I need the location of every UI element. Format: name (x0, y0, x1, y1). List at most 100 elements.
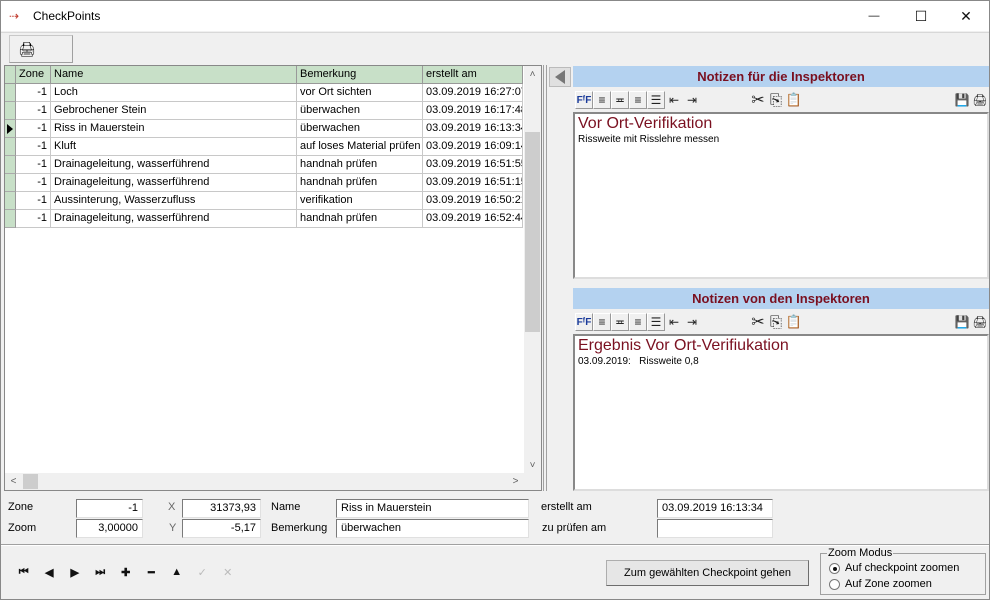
horizontal-scrollbar[interactable]: < > (5, 473, 524, 490)
cell-bemerkung[interactable]: überwachen (297, 102, 423, 120)
print-icon[interactable]: 🖨 (971, 313, 989, 331)
table-row[interactable]: -1 Drainageleitung, wasserführend handnah … (5, 174, 523, 192)
vertical-scrollbar[interactable]: ˄ ˅ (524, 66, 541, 474)
cell-name[interactable]: Drainageleitung, wasserführend (51, 174, 297, 192)
cell-bemerkung[interactable]: vor Ort sichten (297, 84, 423, 102)
save-icon[interactable]: 💾 (953, 91, 971, 109)
align-right-icon[interactable]: ≡ (629, 313, 647, 331)
cell-zone[interactable]: -1 (16, 84, 51, 102)
radio-zoom-checkpoint[interactable]: Auf checkpoint zoomen (829, 562, 959, 574)
goto-checkpoint-button[interactable]: Zum gewählten Checkpoint gehen (606, 560, 809, 586)
notes-from-editor[interactable]: Ergebnis Vor Ort-Verifiukation 03.09.201… (573, 334, 989, 491)
cut-icon[interactable]: ✂ (749, 313, 767, 331)
horizontal-scroll-thumb[interactable] (23, 474, 38, 489)
cell-name[interactable]: Gebrochener Stein (51, 102, 297, 120)
table-row[interactable]: -1 Kluft auf loses Material prüfen 03.09.20… (5, 138, 523, 156)
close-button[interactable]: ✕ (943, 1, 989, 31)
bemerkung-field[interactable]: überwachen (336, 519, 529, 538)
table-row[interactable]: -1 Drainageleitung, wasserführend handnah … (5, 156, 523, 174)
cell-erstellt[interactable]: 03.09.2019 16:51:15 (423, 174, 523, 192)
cell-name[interactable]: Aussinterung, Wasserzufluss (51, 192, 297, 210)
cell-erstellt[interactable]: 03.09.2019 16:09:14 (423, 138, 523, 156)
pruefen-field[interactable] (657, 519, 773, 538)
cell-bemerkung[interactable]: handnah prüfen (297, 156, 423, 174)
row-indicator[interactable] (5, 156, 16, 174)
align-center-icon[interactable]: ≖ (611, 91, 629, 109)
cell-zone[interactable]: -1 (16, 138, 51, 156)
column-header-bemerkung[interactable]: Bemerkung (297, 66, 423, 84)
cell-zone[interactable]: -1 (16, 102, 51, 120)
table-row[interactable]: -1 Drainageleitung, wasserführend handnah … (5, 210, 523, 228)
cell-name[interactable]: Loch (51, 84, 297, 102)
insert-record-icon[interactable]: ✚ (113, 563, 139, 581)
cell-zone[interactable]: -1 (16, 210, 51, 228)
edit-record-icon[interactable]: ▲ (164, 563, 190, 581)
table-row[interactable]: -1 Gebrochener Stein überwachen 03.09.2019 … (5, 102, 523, 120)
row-indicator[interactable] (5, 84, 16, 102)
name-field[interactable]: Riss in Mauerstein (336, 499, 529, 518)
panel-splitter[interactable] (543, 65, 547, 491)
paste-icon[interactable]: 📋 (785, 91, 803, 109)
indent-icon[interactable]: ⇥ (683, 313, 701, 331)
vertical-scroll-thumb[interactable] (525, 132, 540, 332)
radio-zoom-zone[interactable]: Auf Zone zoomen (829, 578, 932, 590)
cell-bemerkung[interactable]: auf loses Material prüfen (297, 138, 423, 156)
cell-zone[interactable]: -1 (16, 174, 51, 192)
maximize-button[interactable]: ☐ (898, 1, 944, 31)
copy-icon[interactable]: ⎘ (767, 313, 785, 331)
row-indicator[interactable] (5, 210, 16, 228)
row-indicator[interactable] (5, 102, 16, 120)
collapse-panel-button[interactable] (549, 67, 571, 87)
cell-bemerkung[interactable]: verifikation (297, 192, 423, 210)
notes-for-editor[interactable]: Vor Ort-Verifikation Rissweite mit Rissl… (573, 112, 989, 279)
post-record-icon[interactable]: ✓ (190, 563, 216, 581)
next-record-icon[interactable]: ▶ (62, 563, 88, 581)
cell-erstellt[interactable]: 03.09.2019 16:50:21 (423, 192, 523, 210)
copy-icon[interactable]: ⎘ (767, 91, 785, 109)
align-right-icon[interactable]: ≡ (629, 91, 647, 109)
cell-bemerkung[interactable]: handnah prüfen (297, 174, 423, 192)
cell-bemerkung[interactable]: überwachen (297, 120, 423, 138)
row-indicator[interactable] (5, 192, 16, 210)
delete-record-icon[interactable]: ━ (139, 563, 165, 581)
column-header-zone[interactable]: Zone (16, 66, 51, 84)
print-icon[interactable]: 🖨 (971, 91, 989, 109)
column-header-erstellt[interactable]: erstellt am (423, 66, 523, 84)
cell-zone[interactable]: -1 (16, 192, 51, 210)
align-left-icon[interactable]: ≡ (593, 313, 611, 331)
scroll-down-icon[interactable]: ˅ (524, 457, 541, 474)
font-icon[interactable]: FᶠF (575, 313, 593, 331)
row-indicator[interactable] (5, 138, 16, 156)
font-icon[interactable]: FᶠF (575, 91, 593, 109)
cell-name[interactable]: Kluft (51, 138, 297, 156)
cell-name[interactable]: Drainageleitung, wasserführend (51, 156, 297, 174)
align-center-icon[interactable]: ≖ (611, 313, 629, 331)
erstellt-field[interactable]: 03.09.2019 16:13:34 (657, 499, 773, 518)
cell-erstellt[interactable]: 03.09.2019 16:13:34 (423, 120, 523, 138)
cell-zone[interactable]: -1 (16, 120, 51, 138)
scroll-up-icon[interactable]: ˄ (524, 66, 541, 83)
zone-field[interactable]: -1 (76, 499, 143, 518)
scroll-left-icon[interactable]: < (5, 473, 22, 490)
outdent-icon[interactable]: ⇤ (665, 91, 683, 109)
column-header-name[interactable]: Name (51, 66, 297, 84)
cell-zone[interactable]: -1 (16, 156, 51, 174)
cell-name[interactable]: Riss in Mauerstein (51, 120, 297, 138)
cell-erstellt[interactable]: 03.09.2019 16:27:07 (423, 84, 523, 102)
bullets-icon[interactable]: ☰ (647, 313, 665, 331)
prior-record-icon[interactable]: ◀ (37, 563, 63, 581)
scroll-right-icon[interactable]: > (507, 473, 524, 490)
cell-erstellt[interactable]: 03.09.2019 16:51:55 (423, 156, 523, 174)
x-field[interactable]: 31373,93 (182, 499, 261, 518)
save-icon[interactable]: 💾 (953, 313, 971, 331)
indent-icon[interactable]: ⇥ (683, 91, 701, 109)
bullets-icon[interactable]: ☰ (647, 91, 665, 109)
cell-bemerkung[interactable]: handnah prüfen (297, 210, 423, 228)
table-row[interactable]: -1 Aussinterung, Wasserzufluss verifikatio… (5, 192, 523, 210)
row-indicator[interactable] (5, 120, 16, 138)
cell-erstellt[interactable]: 03.09.2019 16:17:48 (423, 102, 523, 120)
align-left-icon[interactable]: ≡ (593, 91, 611, 109)
print-button[interactable]: 🖨 (9, 35, 73, 63)
outdent-icon[interactable]: ⇤ (665, 313, 683, 331)
minimize-button[interactable]: — (851, 1, 897, 31)
